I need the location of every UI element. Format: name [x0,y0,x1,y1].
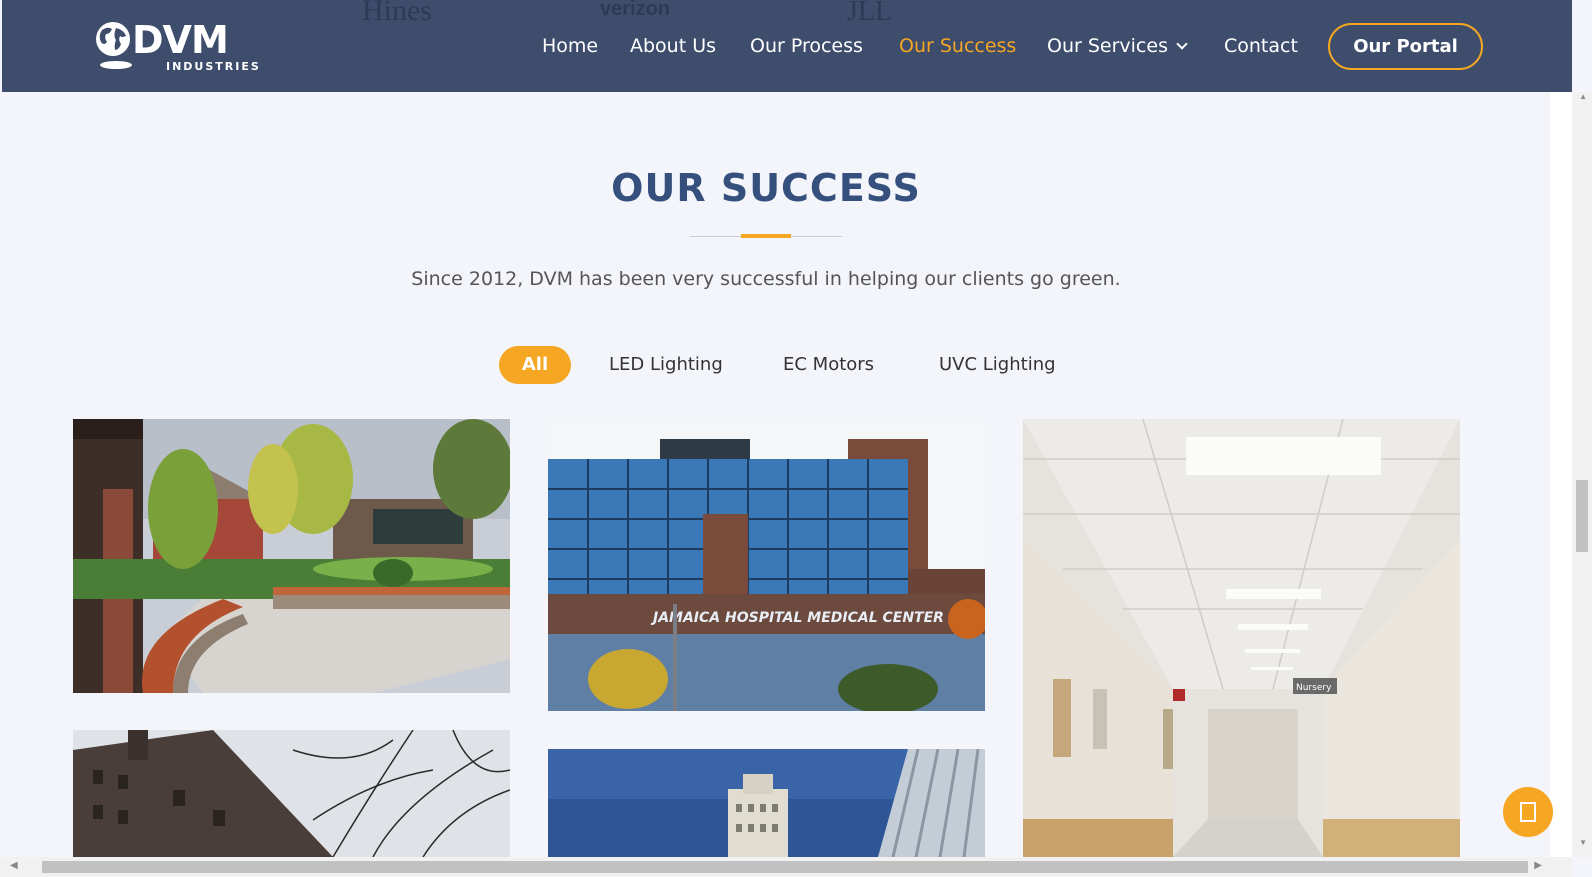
tower-sky-image [548,749,985,857]
page-title: OUR SUCCESS [611,166,921,210]
scroll-down-arrow-icon[interactable]: ▼ [1579,838,1587,847]
chat-button[interactable] [1503,787,1553,837]
hospital-building-image: JAMAICA HOSPITAL MEDICAL CENTER [548,419,985,711]
filter-all[interactable]: All [499,346,571,384]
title-accent-bar [741,234,791,238]
horizontal-scrollbar[interactable]: ◀ ▶ [0,857,1572,877]
filter-led-lighting[interactable]: LED Lighting [609,346,723,384]
chevron-down-icon [1176,38,1188,50]
chat-icon [1520,802,1536,822]
nav-our-services-label: Our Services [1047,35,1168,57]
scroll-left-arrow-icon[interactable]: ◀ [10,860,18,871]
project-card-tower[interactable] [548,749,985,857]
site-header: Hines verizon JLL DVM INDUSTRIES Home Ab… [2,0,1572,92]
brick-building-image [73,730,510,857]
hospital-corridor-image: Nursery [1023,419,1460,857]
scroll-up-arrow-icon[interactable]: ▲ [1579,92,1587,101]
nav-about-us[interactable]: About Us [630,34,716,58]
our-portal-button[interactable]: Our Portal [1328,23,1483,70]
nav-contact[interactable]: Contact [1224,34,1298,58]
project-card-corridor[interactable]: Nursery [1023,419,1460,857]
project-card-brick-building[interactable] [73,730,510,857]
nav-our-success[interactable]: Our Success [899,34,1016,58]
page-right-gutter [1550,92,1572,857]
project-filters: All LED Lighting EC Motors UVC Lighting [0,346,1532,384]
filter-ec-motors[interactable]: EC Motors [783,346,874,384]
project-card-courtyard[interactable] [73,419,510,693]
vertical-scrollbar[interactable]: ▲ ▼ [1572,92,1592,857]
page-subtitle: Since 2012, DVM has been very successful… [411,268,1121,290]
nursery-sign-text: Nursery [1296,683,1332,693]
nav-our-process[interactable]: Our Process [750,34,863,58]
nav-home[interactable]: Home [542,34,598,58]
courtyard-garden-image [73,419,510,693]
horizontal-scroll-thumb[interactable] [42,861,1528,873]
nav-our-services[interactable]: Our Services [1047,34,1188,58]
scroll-right-arrow-icon[interactable]: ▶ [1534,860,1542,871]
vertical-scroll-thumb[interactable] [1576,480,1588,552]
filter-uvc-lighting[interactable]: UVC Lighting [939,346,1056,384]
project-card-hospital[interactable]: JAMAICA HOSPITAL MEDICAL CENTER [548,419,985,711]
hospital-sign-text: JAMAICA HOSPITAL MEDICAL CENTER [650,610,944,626]
